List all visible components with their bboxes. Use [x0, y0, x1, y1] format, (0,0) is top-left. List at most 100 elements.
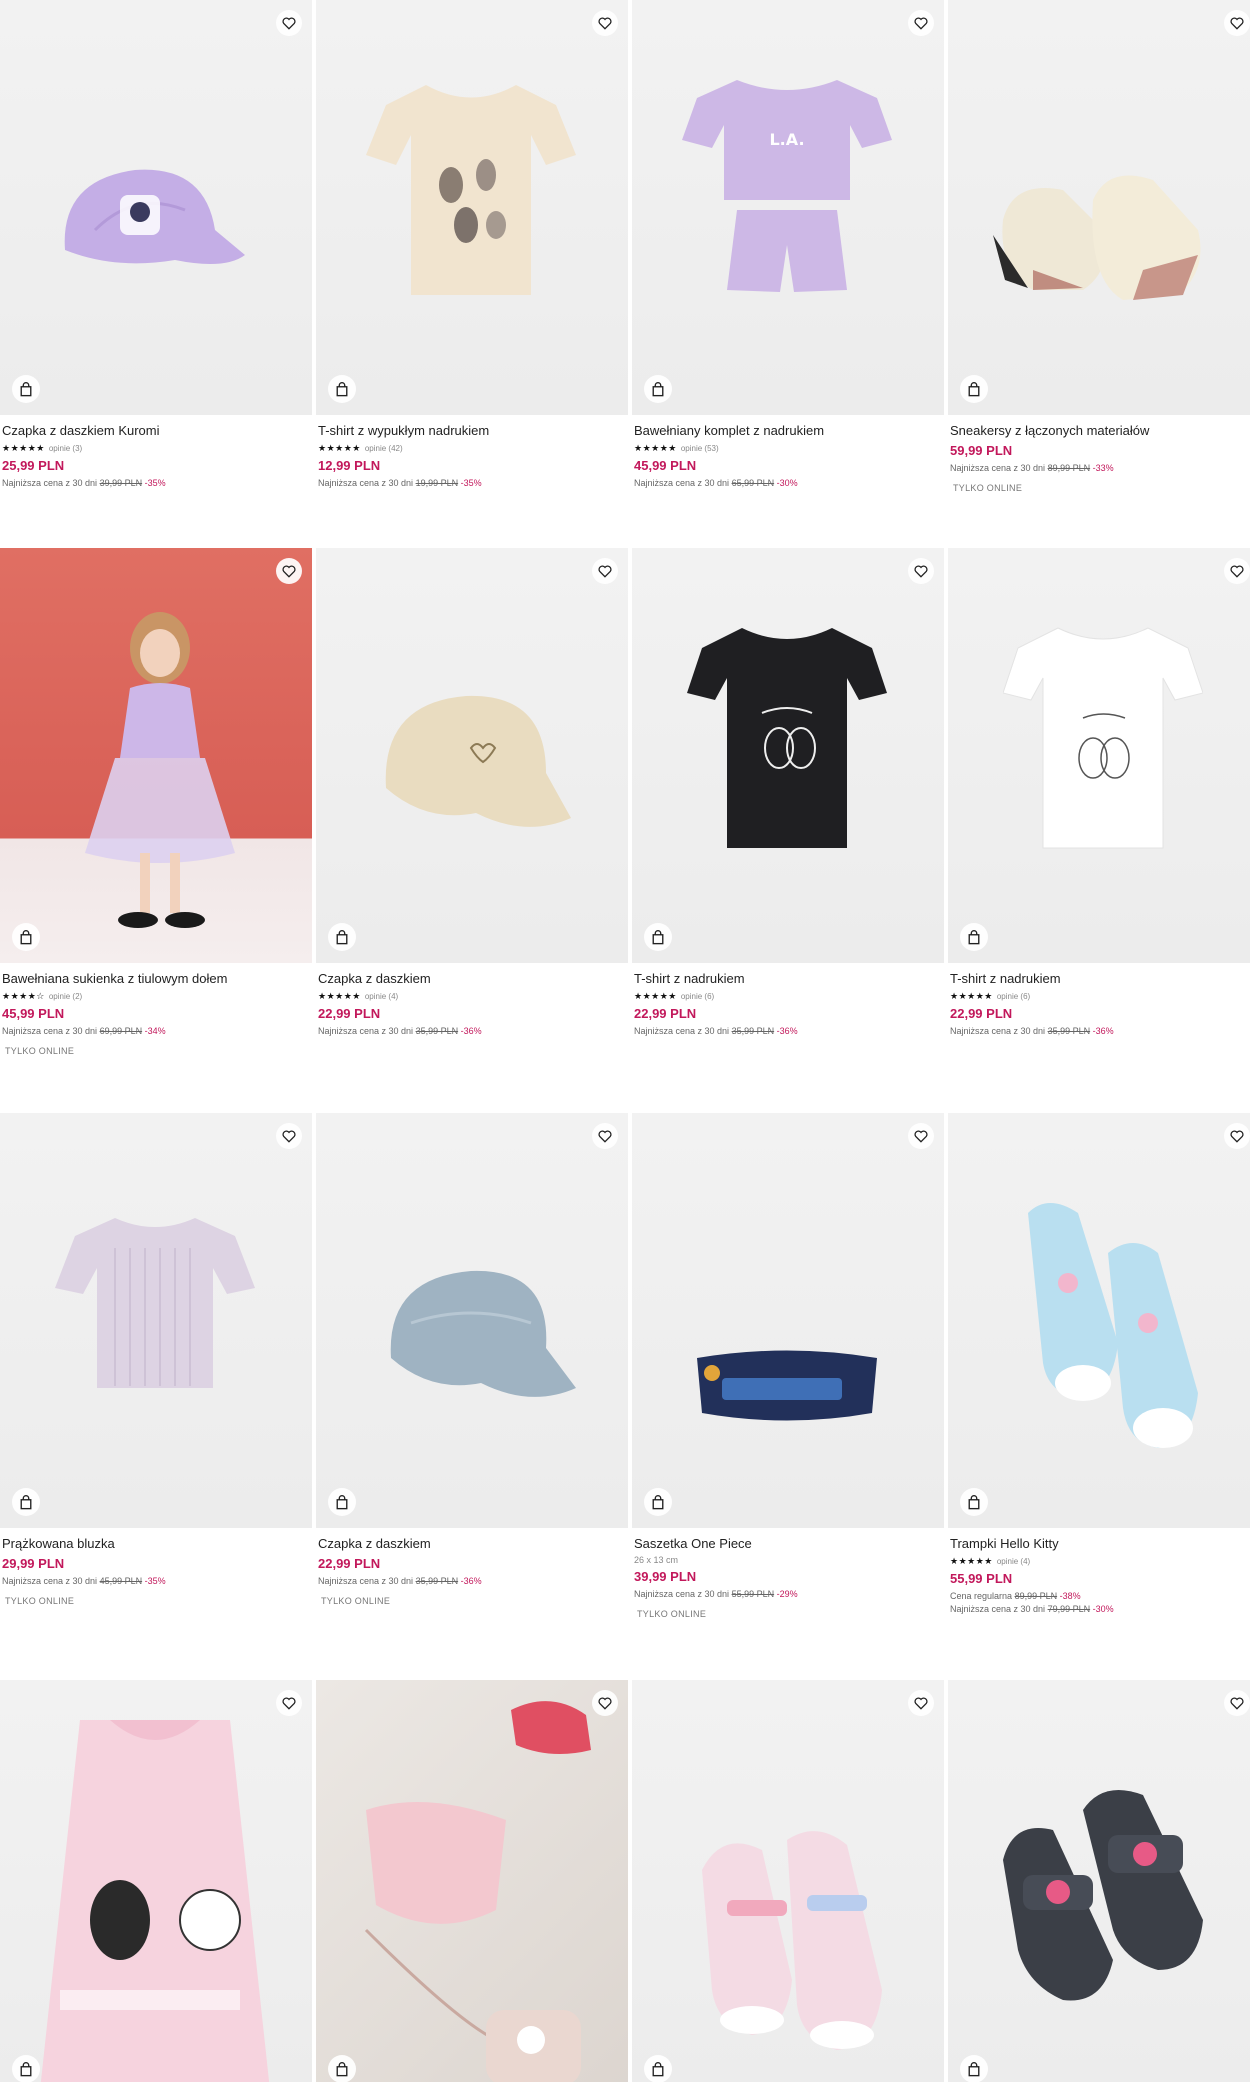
product-card[interactable]: Czapka z daszkiem Kuromi ★★★★★ opinie (3)… — [0, 0, 312, 489]
product-price: 22,99 PLN — [634, 1006, 697, 1021]
product-image[interactable] — [0, 1680, 312, 2082]
add-to-cart-button[interactable] — [12, 1488, 40, 1516]
heart-icon — [598, 1697, 612, 1710]
tshirt-image — [366, 85, 576, 295]
product-card[interactable]: Czapka z daszkiem 22,99 PLN Najniższa ce… — [316, 1113, 628, 1606]
add-to-cart-button[interactable] — [644, 2055, 672, 2082]
product-image[interactable] — [948, 548, 1250, 963]
product-name[interactable]: Prążkowana bluzka — [2, 1536, 310, 1552]
add-to-wishlist-button[interactable] — [276, 558, 302, 584]
add-to-wishlist-button[interactable] — [276, 10, 302, 36]
online-only-badge: TYLKO ONLINE — [5, 1596, 75, 1606]
product-rating: ★★★★★ opinie (53) — [634, 442, 942, 454]
product-name[interactable]: Sneakersy z łączonych materiałów — [950, 423, 1250, 439]
add-to-cart-button[interactable] — [328, 1488, 356, 1516]
rating-count: opinie (3) — [48, 443, 83, 453]
add-to-cart-button[interactable] — [960, 1488, 988, 1516]
product-name[interactable]: Bawełniany komplet z nadrukiem — [634, 423, 942, 439]
product-image[interactable] — [948, 0, 1250, 415]
add-to-wishlist-button[interactable] — [1224, 10, 1250, 36]
product-card[interactable]: T-shirt z nadrukiem ★★★★★ opinie (6) 22,9… — [948, 548, 1250, 1037]
product-image[interactable] — [0, 0, 312, 415]
add-to-wishlist-button[interactable] — [592, 1690, 618, 1716]
product-card[interactable]: L.A. Bawełniany komplet z nadrukiem ★★★★… — [632, 0, 944, 489]
product-image[interactable] — [0, 548, 312, 963]
product-card[interactable] — [632, 1680, 944, 2082]
product-rating: ★★★★★ opinie (4) — [318, 990, 626, 1002]
product-name[interactable]: Saszetka One Piece — [634, 1536, 942, 1552]
product-price: 22,99 PLN — [318, 1556, 381, 1571]
product-name[interactable]: Czapka z daszkiem Kuromi — [2, 423, 310, 439]
product-card[interactable]: Trampki Hello Kitty ★★★★★ opinie (4) 55,9… — [948, 1113, 1250, 1615]
heart-icon — [282, 17, 296, 30]
add-to-cart-button[interactable] — [960, 2055, 988, 2082]
shopping-bag-icon — [652, 381, 664, 396]
heart-icon — [282, 1697, 296, 1710]
add-to-cart-button[interactable] — [328, 375, 356, 403]
product-card[interactable] — [316, 1680, 628, 2082]
add-to-wishlist-button[interactable] — [276, 1690, 302, 1716]
lowest-price-info: Najniższa cena z 30 dni 65,99 PLN -30% — [634, 478, 798, 488]
product-name[interactable]: Trampki Hello Kitty — [950, 1536, 1250, 1552]
product-image[interactable] — [0, 1113, 312, 1528]
product-name[interactable]: T-shirt z nadrukiem — [950, 971, 1250, 987]
add-to-wishlist-button[interactable] — [276, 1123, 302, 1149]
add-to-cart-button[interactable] — [644, 1488, 672, 1516]
product-image[interactable] — [316, 0, 628, 415]
shopping-bag-icon — [336, 2061, 348, 2076]
product-name[interactable]: Czapka z daszkiem — [318, 1536, 626, 1552]
product-card[interactable] — [948, 1680, 1250, 2082]
product-card[interactable]: T-shirt z nadrukiem ★★★★★ opinie (6) 22,9… — [632, 548, 944, 1037]
add-to-cart-button[interactable] — [644, 923, 672, 951]
sneakers-image — [993, 175, 1201, 300]
lowest-price-info: Najniższa cena z 30 dni 35,99 PLN -36% — [634, 1026, 798, 1036]
hello-kitty-sneakers-image — [1028, 1203, 1198, 1448]
product-image[interactable] — [316, 1113, 628, 1528]
product-image[interactable] — [632, 548, 944, 963]
add-to-wishlist-button[interactable] — [908, 1123, 934, 1149]
product-image[interactable] — [632, 1680, 944, 2082]
add-to-wishlist-button[interactable] — [592, 10, 618, 36]
product-image[interactable] — [316, 1680, 628, 2082]
add-to-cart-button[interactable] — [12, 375, 40, 403]
product-card[interactable]: Prążkowana bluzka 29,99 PLN Najniższa ce… — [0, 1113, 312, 1606]
heart-icon — [282, 1130, 296, 1143]
add-to-wishlist-button[interactable] — [1224, 1123, 1250, 1149]
product-card[interactable]: Sneakersy z łączonych materiałów 59,99 P… — [948, 0, 1250, 493]
rating-count: opinie (53) — [680, 443, 719, 453]
add-to-wishlist-button[interactable] — [1224, 1690, 1250, 1716]
product-card[interactable]: T-shirt z wypukłym nadrukiem ★★★★★ opinie… — [316, 0, 628, 489]
shopping-bag-icon — [20, 1494, 32, 1509]
product-name[interactable]: T-shirt z wypukłym nadrukiem — [318, 423, 626, 439]
add-to-wishlist-button[interactable] — [592, 1123, 618, 1149]
add-to-wishlist-button[interactable] — [908, 10, 934, 36]
denim-cap-image — [390, 1270, 576, 1397]
add-to-cart-button[interactable] — [960, 923, 988, 951]
add-to-cart-button[interactable] — [644, 375, 672, 403]
lowest-price-info: Najniższa cena z 30 dni 69,99 PLN -34% — [2, 1026, 166, 1036]
add-to-cart-button[interactable] — [12, 2055, 40, 2082]
product-image[interactable]: L.A. — [632, 0, 944, 415]
add-to-cart-button[interactable] — [328, 923, 356, 951]
product-card[interactable]: Czapka z daszkiem ★★★★★ opinie (4) 22,99 … — [316, 548, 628, 1037]
add-to-wishlist-button[interactable] — [592, 558, 618, 584]
product-image[interactable] — [948, 1680, 1250, 2082]
product-card[interactable]: Saszetka One Piece 26 x 13 cm 39,99 PLN … — [632, 1113, 944, 1619]
product-image[interactable] — [948, 1113, 1250, 1528]
add-to-wishlist-button[interactable] — [908, 558, 934, 584]
swimsuit-set-photo — [364, 1701, 591, 2082]
product-image[interactable] — [632, 1113, 944, 1528]
product-card[interactable] — [0, 1680, 312, 2082]
add-to-cart-button[interactable] — [960, 375, 988, 403]
product-price: 12,99 PLN — [318, 458, 381, 473]
product-image[interactable] — [316, 548, 628, 963]
product-card[interactable]: Bawełniana sukienka z tiulowym dołem ★★★… — [0, 548, 312, 1056]
product-name[interactable]: T-shirt z nadrukiem — [634, 971, 942, 987]
add-to-cart-button[interactable] — [328, 2055, 356, 2082]
rating-stars: ★★★★★ — [2, 443, 45, 453]
add-to-wishlist-button[interactable] — [908, 1690, 934, 1716]
product-name[interactable]: Bawełniana sukienka z tiulowym dołem — [2, 971, 310, 987]
add-to-wishlist-button[interactable] — [1224, 558, 1250, 584]
product-name[interactable]: Czapka z daszkiem — [318, 971, 626, 987]
add-to-cart-button[interactable] — [12, 923, 40, 951]
